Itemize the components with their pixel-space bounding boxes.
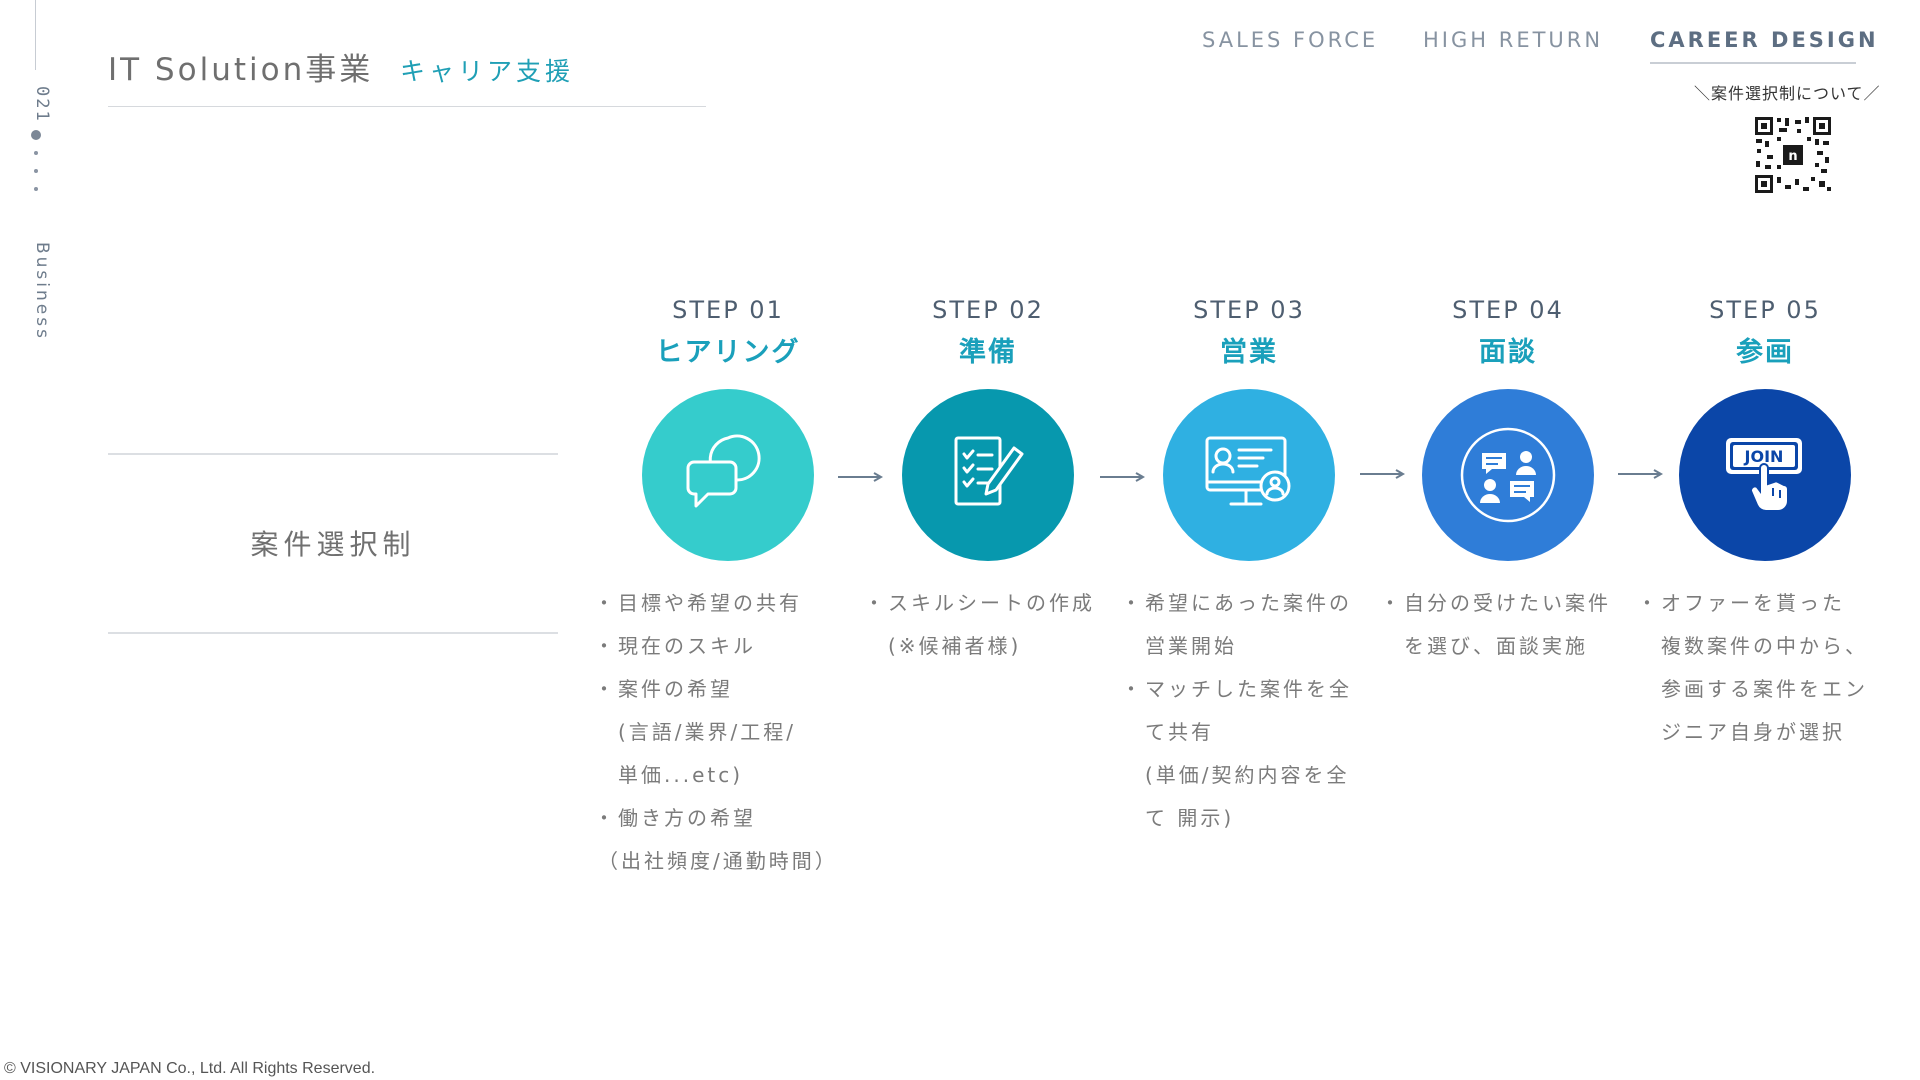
meeting-icon (1460, 427, 1556, 523)
step-title: 面談 (1479, 337, 1537, 368)
step-item: オファーを貰った (1637, 582, 1891, 625)
section-divider-bottom (108, 632, 558, 634)
step-icon-circle (1163, 389, 1335, 561)
step-items: オファーを貰った 複数案件の中から、 参画する案件をエン ジニア自身が選択 (1637, 582, 1891, 754)
step-item: 希望にあった案件の (1121, 582, 1375, 625)
step-item: 案件の希望 (594, 668, 848, 711)
step-item: 複数案件の中から、 (1661, 634, 1868, 658)
page-dot (34, 151, 38, 155)
step-item: て共有 (1145, 720, 1214, 744)
step-title: 営業 (1220, 337, 1278, 368)
page-indicator-dots (30, 130, 42, 205)
step-item: ジニア自身が選択 (1661, 720, 1845, 744)
step-item: スキルシートの作成 (864, 582, 1118, 625)
step-number: STEP 04 (1452, 296, 1564, 324)
nav-active-underline (1650, 62, 1856, 64)
qr-code[interactable]: n (1753, 115, 1833, 195)
step-item: (単価/契約内容を全 (1145, 763, 1350, 787)
step-items: 自分の受けたい案件 を選び、面談実施 (1380, 582, 1634, 668)
step-icon-circle: JOIN (1679, 389, 1851, 561)
step-item: 単価...etc) (618, 763, 744, 787)
step-item: 営業開始 (1145, 634, 1237, 658)
step-item: て 開示) (1145, 806, 1235, 830)
page-subtitle: キャリア支援 (400, 57, 575, 86)
arrow-icon (1100, 472, 1146, 482)
page-dot-active (31, 130, 41, 140)
qr-caption: ＼案件選択制について／ (1694, 84, 1881, 103)
step-04: STEP 04 面談 自分の受けたい案件 を選び、面談実施 (1380, 296, 1628, 658)
step-icon-circle (642, 389, 814, 561)
monitor-profile-icon (1205, 436, 1291, 506)
step-item: 自分の受けたい案件 (1380, 582, 1634, 625)
step-icon-circle (1422, 389, 1594, 561)
join-button-icon: JOIN (1726, 438, 1802, 512)
page-title: IT Solution事業 (108, 52, 374, 88)
step-05: STEP 05 参画 JOIN オファーを貰った 複数案件の中から、 参画する案… (1637, 296, 1885, 744)
step-03: STEP 03 営業 希望にあった案件の 営業開始 マッチした案件を全 て共有 … (1121, 296, 1369, 830)
step-item: (※候補者様) (888, 634, 1022, 658)
nav-career-design[interactable]: CAREER DESIGN (1650, 28, 1879, 52)
step-number: STEP 01 (672, 296, 784, 324)
step-item: (言語/業界/工程/ (618, 720, 797, 744)
step-items: 目標や希望の共有 現在のスキル 案件の希望 (言語/業界/工程/ 単価...et… (594, 582, 848, 883)
step-items: スキルシートの作成 (※候補者様) (864, 582, 1118, 668)
page-dot (34, 187, 38, 191)
step-item: 現在のスキル (594, 625, 848, 668)
step-item: を選び、面談実施 (1404, 634, 1588, 658)
step-items: 希望にあった案件の 営業開始 マッチした案件を全 て共有 (単価/契約内容を全 … (1121, 582, 1375, 840)
step-01: STEP 01 ヒアリング 目標や希望の共有 現在のスキル 案件の希望 (言語/… (594, 296, 848, 873)
page-dot (34, 169, 38, 173)
section-label: 案件選択制 (250, 528, 416, 561)
nav-high-return[interactable]: HIGH RETURN (1423, 28, 1603, 52)
step-02: STEP 02 準備 スキルシートの作成 (※候補者様) (864, 296, 1108, 658)
section-divider-top (108, 453, 558, 455)
section-rail-label: Business (32, 242, 52, 341)
chat-bubbles-icon (686, 434, 761, 508)
arrow-icon (838, 472, 884, 482)
step-number: STEP 05 (1709, 296, 1821, 324)
step-item: マッチした案件を全 (1121, 668, 1375, 711)
step-item: （出社頻度/通勤時間） (598, 849, 838, 873)
step-icon-circle (902, 389, 1074, 561)
page-number: 021 (32, 86, 52, 123)
step-item: 目標や希望の共有 (594, 582, 848, 625)
rail-line (35, 0, 36, 70)
step-title: 準備 (959, 337, 1017, 368)
step-title: 参画 (1736, 337, 1794, 368)
arrow-icon (1618, 469, 1664, 479)
qr-badge-text: n (1788, 149, 1797, 164)
step-title: ヒアリング (655, 337, 801, 368)
step-item: 参画する案件をエン (1661, 677, 1868, 701)
arrow-icon (1360, 469, 1406, 479)
step-number: STEP 02 (932, 296, 1044, 324)
document-pen-icon (954, 436, 1024, 506)
step-number: STEP 03 (1193, 296, 1305, 324)
footer-copyright: © VISIONARY JAPAN Co., Ltd. All Rights R… (4, 1060, 376, 1077)
header-divider (108, 106, 706, 107)
step-item: 働き方の希望 (594, 797, 848, 840)
nav-sales-force[interactable]: SALES FORCE (1202, 28, 1378, 52)
